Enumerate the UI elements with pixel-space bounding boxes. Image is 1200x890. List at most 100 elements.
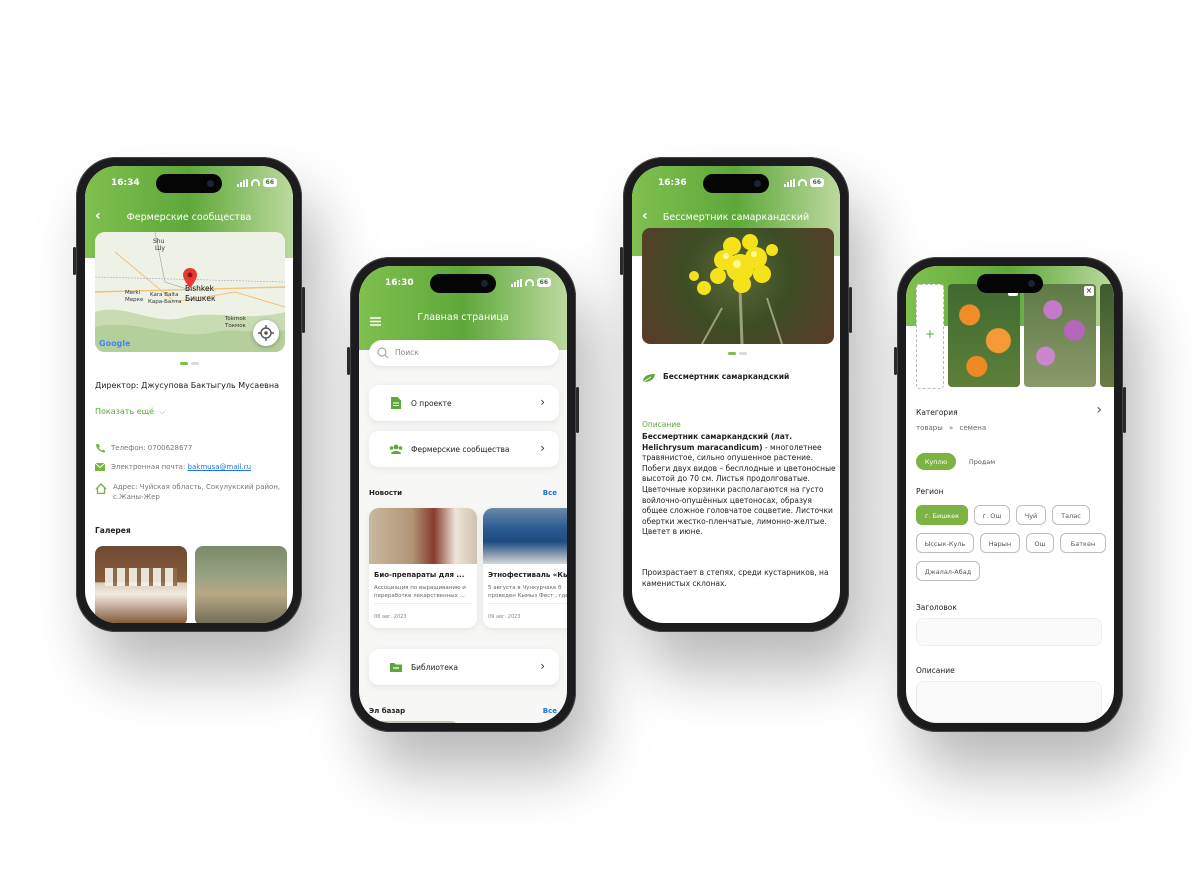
- description-label: Описание: [916, 666, 955, 675]
- document-icon: [391, 397, 401, 409]
- bazaar-card[interactable]: [369, 721, 459, 723]
- plant-name: Бессмертник самаркандский: [663, 372, 790, 381]
- gallery-image[interactable]: [95, 546, 187, 623]
- menu-item-label: Библиотека: [411, 663, 459, 672]
- gallery-image[interactable]: [195, 546, 287, 623]
- news-date: 08 авг. 2023: [374, 614, 407, 620]
- page-title: Главная страница: [417, 312, 509, 323]
- uploaded-photo[interactable]: [1100, 284, 1114, 387]
- news-section-title: Новости: [369, 489, 403, 497]
- search-bar[interactable]: Поиск: [369, 340, 559, 366]
- chevron-right-icon: ›: [540, 441, 545, 455]
- battery-icon: 66: [536, 278, 551, 287]
- screen: + × × Категория › товары » семена Куплю …: [906, 266, 1114, 723]
- description-text: Бессмертник самаркандский (лат. Helichry…: [642, 432, 836, 537]
- contact-phone[interactable]: Телефон: 0700628677: [95, 443, 192, 453]
- map-pin-icon: [183, 268, 197, 288]
- leaf-icon: [642, 374, 655, 383]
- plus-icon: +: [925, 327, 936, 341]
- signal-icon: [236, 178, 248, 187]
- uploaded-photo[interactable]: ×: [1024, 284, 1096, 387]
- wifi-icon: [797, 179, 807, 186]
- remove-photo-button[interactable]: ×: [1084, 286, 1094, 296]
- search-input[interactable]: Поиск: [395, 348, 419, 357]
- habitat-text: Произрастает в степях, среди кустарников…: [642, 568, 829, 588]
- carousel-dots: [180, 362, 199, 365]
- chevron-right-icon: ›: [540, 659, 545, 673]
- show-more-link[interactable]: Показать ещё ⌵: [95, 407, 165, 417]
- chevron-right-icon: ›: [540, 395, 545, 409]
- signal-icon: [510, 278, 522, 287]
- map-view[interactable]: Shu Шу Bishkek Бишкек Merki Мерке Kara B…: [95, 232, 285, 352]
- deal-type-sell[interactable]: Продам: [962, 453, 1002, 470]
- page-title: Бессмертник самаркандский: [662, 212, 810, 223]
- director-name: Директор: Джусупова Бактыгуль Мусаевна: [95, 381, 279, 390]
- carousel-dots: [728, 352, 747, 355]
- region-chip[interactable]: Нарын: [980, 533, 1020, 553]
- menu-item-communities[interactable]: Фермерские сообщества ›: [369, 431, 559, 467]
- description-input[interactable]: [916, 681, 1102, 723]
- chevron-down-icon: ⌵: [159, 408, 165, 416]
- map-label: Merki: [125, 290, 141, 296]
- status-time: 16:34: [111, 178, 140, 188]
- region-chip[interactable]: Ыссык-Куль: [916, 533, 974, 553]
- locate-button[interactable]: [253, 320, 279, 346]
- crosshair-icon: [258, 325, 274, 341]
- screen: 16:34 66 ‹ Фермерские сообщества Shu Шу …: [85, 166, 293, 623]
- category-path: товары » семена: [916, 424, 987, 432]
- category-label: Категория: [916, 408, 958, 417]
- chevron-right-icon[interactable]: ›: [1096, 402, 1102, 418]
- news-title: Этнофестиваль «Кым: [488, 571, 567, 579]
- folder-icon: [390, 663, 402, 672]
- map-label: Kara Balta: [150, 292, 179, 298]
- deal-type-buy[interactable]: Куплю: [916, 453, 956, 470]
- status-time: 16:36: [658, 178, 687, 188]
- google-logo: Google: [99, 339, 131, 348]
- menu-item-about[interactable]: О проекте ›: [369, 385, 559, 421]
- contact-email: Электронная почта: bakmusa@mail.ru: [94, 462, 252, 471]
- news-title: Био-препараты для ...: [374, 571, 465, 579]
- map-label: Токмок: [225, 323, 246, 329]
- news-image: [369, 508, 477, 564]
- add-photo-button[interactable]: +: [916, 284, 944, 389]
- dynamic-island: [430, 274, 496, 293]
- map-label: Кара-Балта: [148, 299, 182, 305]
- region-chip[interactable]: Баткен: [1060, 533, 1106, 553]
- region-chip[interactable]: Джалал-Абад: [916, 561, 980, 581]
- mail-icon: [94, 462, 106, 471]
- wifi-icon: [250, 179, 260, 186]
- news-all-link[interactable]: Все: [543, 489, 557, 497]
- map-label: Мерке: [125, 297, 144, 303]
- region-chip[interactable]: Ош: [1026, 533, 1054, 553]
- plant-image[interactable]: [642, 228, 834, 344]
- battery-icon: 66: [262, 178, 277, 187]
- region-chip[interactable]: Талас: [1052, 505, 1090, 525]
- region-chip[interactable]: г. Бишкек: [916, 505, 968, 525]
- heading-input[interactable]: [916, 618, 1102, 646]
- map-label: Tokmok: [225, 316, 246, 322]
- bazaar-all-link[interactable]: Все: [543, 707, 557, 715]
- menu-item-label: Фермерские сообщества: [411, 445, 510, 454]
- bazaar-section-title: Эл базар: [369, 707, 406, 715]
- phone-icon: [96, 444, 105, 453]
- heading-label: Заголовок: [916, 603, 957, 612]
- region-chip[interactable]: г. Ош: [974, 505, 1010, 525]
- map-label: Shu: [153, 238, 165, 245]
- news-card[interactable]: Био-препараты для ... Ассоциация по выра…: [369, 508, 477, 628]
- uploaded-photo[interactable]: ×: [948, 284, 1020, 387]
- menu-item-library[interactable]: Библиотека ›: [369, 649, 559, 685]
- signal-icon: [783, 178, 795, 187]
- news-card[interactable]: Этнофестиваль «Кым 5 августа в Чункурчак…: [483, 508, 567, 628]
- plant-graphic: [689, 234, 783, 344]
- group-icon: [389, 444, 403, 454]
- region-chip[interactable]: Чуй: [1016, 505, 1046, 525]
- dynamic-island: [977, 274, 1043, 293]
- screen: 16:30 66 Главная страница Поиск О проект…: [359, 266, 567, 723]
- wifi-icon: [524, 279, 534, 286]
- phone-community: 16:34 66 ‹ Фермерские сообщества Shu Шу …: [73, 157, 305, 632]
- map-label: Бишкек: [185, 294, 216, 303]
- dynamic-island: [156, 174, 222, 193]
- email-link[interactable]: bakmusa@mail.ru: [188, 463, 252, 471]
- description-label: Описание: [642, 420, 681, 429]
- screen: 16:36 66 ‹ Бессмертник самаркандский Бес…: [632, 166, 840, 623]
